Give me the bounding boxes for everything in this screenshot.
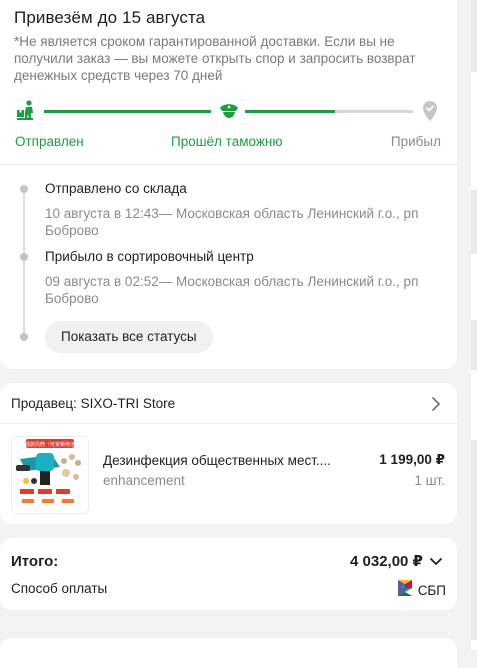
timeline-dot <box>20 333 28 341</box>
image-caption: 加强款风筒（可变频电池） <box>20 441 80 448</box>
timeline-line <box>23 190 25 338</box>
stage-label-arrived: Прибыл <box>390 134 441 149</box>
event-details: 09 августа в 02:52— Московская область Л… <box>45 274 419 306</box>
delivery-card: Привезём до 15 августа *Не является срок… <box>0 0 457 369</box>
seller-card: Продавец: SIXO-TRI Store 加强款风筒（可变频电池） Де… <box>0 383 457 524</box>
chevron-down-icon[interactable] <box>429 555 443 567</box>
event-title: Отправлено со склада <box>45 181 187 196</box>
product-price: 1 199,00 ₽ <box>379 452 445 467</box>
product-quantity: 1 шт. <box>414 473 445 488</box>
seller-divider <box>0 423 457 424</box>
delivery-disclaimer: *Не является сроком гарантированной дост… <box>14 34 416 83</box>
next-card <box>0 638 457 668</box>
show-all-statuses-button[interactable]: Показать все статусы <box>45 321 213 353</box>
progress-track-pending <box>335 110 413 113</box>
product-image[interactable]: 加强款风筒（可变频电池） <box>11 436 89 514</box>
adjacent-panel-edge <box>471 0 477 650</box>
total-value[interactable]: 4 032,00 ₽ <box>350 552 423 570</box>
product-variant: enhancement <box>103 473 185 488</box>
stage-label-customs: Прошёл таможню <box>171 134 283 149</box>
timeline-dot <box>20 253 28 261</box>
seller-title[interactable]: Продавец: SIXO-TRI Store <box>11 396 175 411</box>
customs-officer-icon <box>217 99 241 123</box>
timeline-dot <box>20 185 28 193</box>
courier-icon <box>15 99 39 123</box>
delivery-divider <box>0 164 457 165</box>
sbp-logo-icon <box>397 579 413 602</box>
progress-track-done-1 <box>44 110 211 113</box>
total-label: Итого: <box>11 553 59 570</box>
payment-method-label: Способ оплаты <box>11 581 108 596</box>
progress-track-done-2 <box>245 110 335 113</box>
location-pin-icon <box>418 99 442 123</box>
total-card: Итого: 4 032,00 ₽ Способ оплаты СБП <box>0 538 457 610</box>
stage-label-sent: Отправлен <box>15 134 84 149</box>
event-details: 10 августа в 12:43— Московская область Л… <box>45 206 419 238</box>
delivery-title: Привезём до 15 августа <box>14 8 206 27</box>
product-name[interactable]: Дезинфекция общественных мест.... <box>103 453 331 468</box>
payment-method-name: СБП <box>417 583 446 598</box>
event-title: Прибыло в сортировочный центр <box>45 249 254 264</box>
payment-method: СБП <box>397 579 446 602</box>
chevron-right-icon[interactable] <box>429 395 443 413</box>
